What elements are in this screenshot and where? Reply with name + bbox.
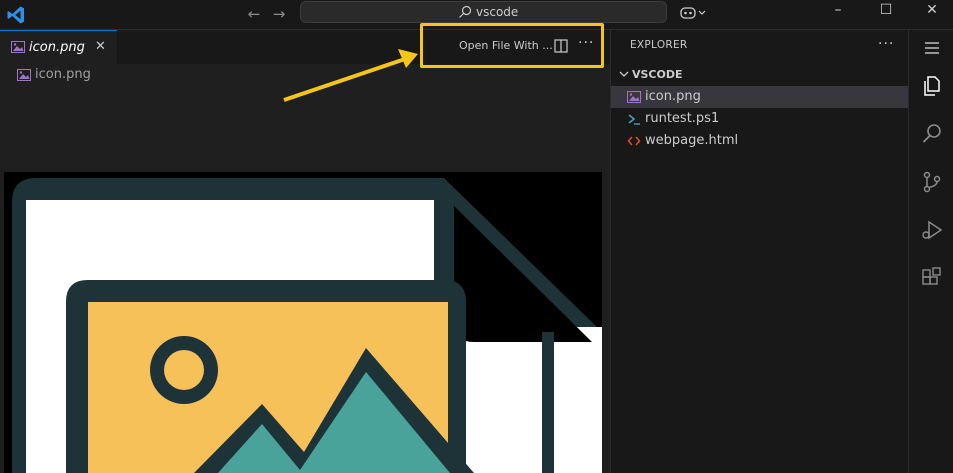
search-text: vscode [476,5,519,19]
file-label: runtest.ps1 [645,111,720,126]
tab-icon-png[interactable]: icon.png ✕ [0,30,117,64]
back-arrow-icon[interactable]: ← [243,3,265,25]
image-file-icon [17,69,31,81]
run-debug-icon[interactable] [920,218,944,242]
activity-bar [908,30,953,473]
search-icon [459,5,472,18]
annotation-arrow-icon [283,49,418,102]
breadcrumb-label[interactable]: icon.png [35,67,91,82]
maximize-button[interactable]: ☐ [863,0,909,20]
close-window-button[interactable]: ✕ [909,0,953,20]
image-file-icon [627,91,641,103]
file-item-webpage-html[interactable]: webpage.html [611,130,908,152]
powershell-file-icon [628,114,640,125]
search-icon[interactable] [920,122,944,146]
vscode-logo-icon [7,6,24,24]
file-item-icon-png[interactable]: icon.png [611,86,908,108]
extensions-icon[interactable] [920,266,944,290]
forward-arrow-icon[interactable]: → [268,3,290,25]
highlight-annotation [420,23,604,68]
image-preview [4,172,602,473]
html-file-icon [627,136,641,146]
explorer-title: EXPLORER [630,39,688,51]
file-item-runtest-ps1[interactable]: runtest.ps1 [611,108,908,130]
folder-vscode[interactable]: VSCODE [611,64,909,86]
tab-label: icon.png [29,40,85,55]
menu-icon[interactable] [920,36,944,60]
file-label: webpage.html [645,133,739,148]
copilot-icon[interactable] [679,4,709,22]
image-file-icon [11,41,25,53]
image-file-illustration [12,178,602,473]
chevron-down-icon [619,71,629,77]
editor-area: icon.png ✕ Open File With ... ··· icon.p… [0,23,610,473]
explorer-icon[interactable] [920,74,944,98]
explorer-sidebar: EXPLORER ··· VSCODE icon.png runtest.ps1… [610,30,908,473]
file-label: icon.png [645,89,701,104]
command-center-search[interactable]: vscode [300,1,667,23]
minimize-button[interactable]: – [815,0,861,20]
folder-label: VSCODE [632,68,683,81]
more-actions-icon[interactable]: ··· [878,36,894,52]
close-icon[interactable]: ✕ [95,39,106,54]
source-control-icon[interactable] [920,170,944,194]
